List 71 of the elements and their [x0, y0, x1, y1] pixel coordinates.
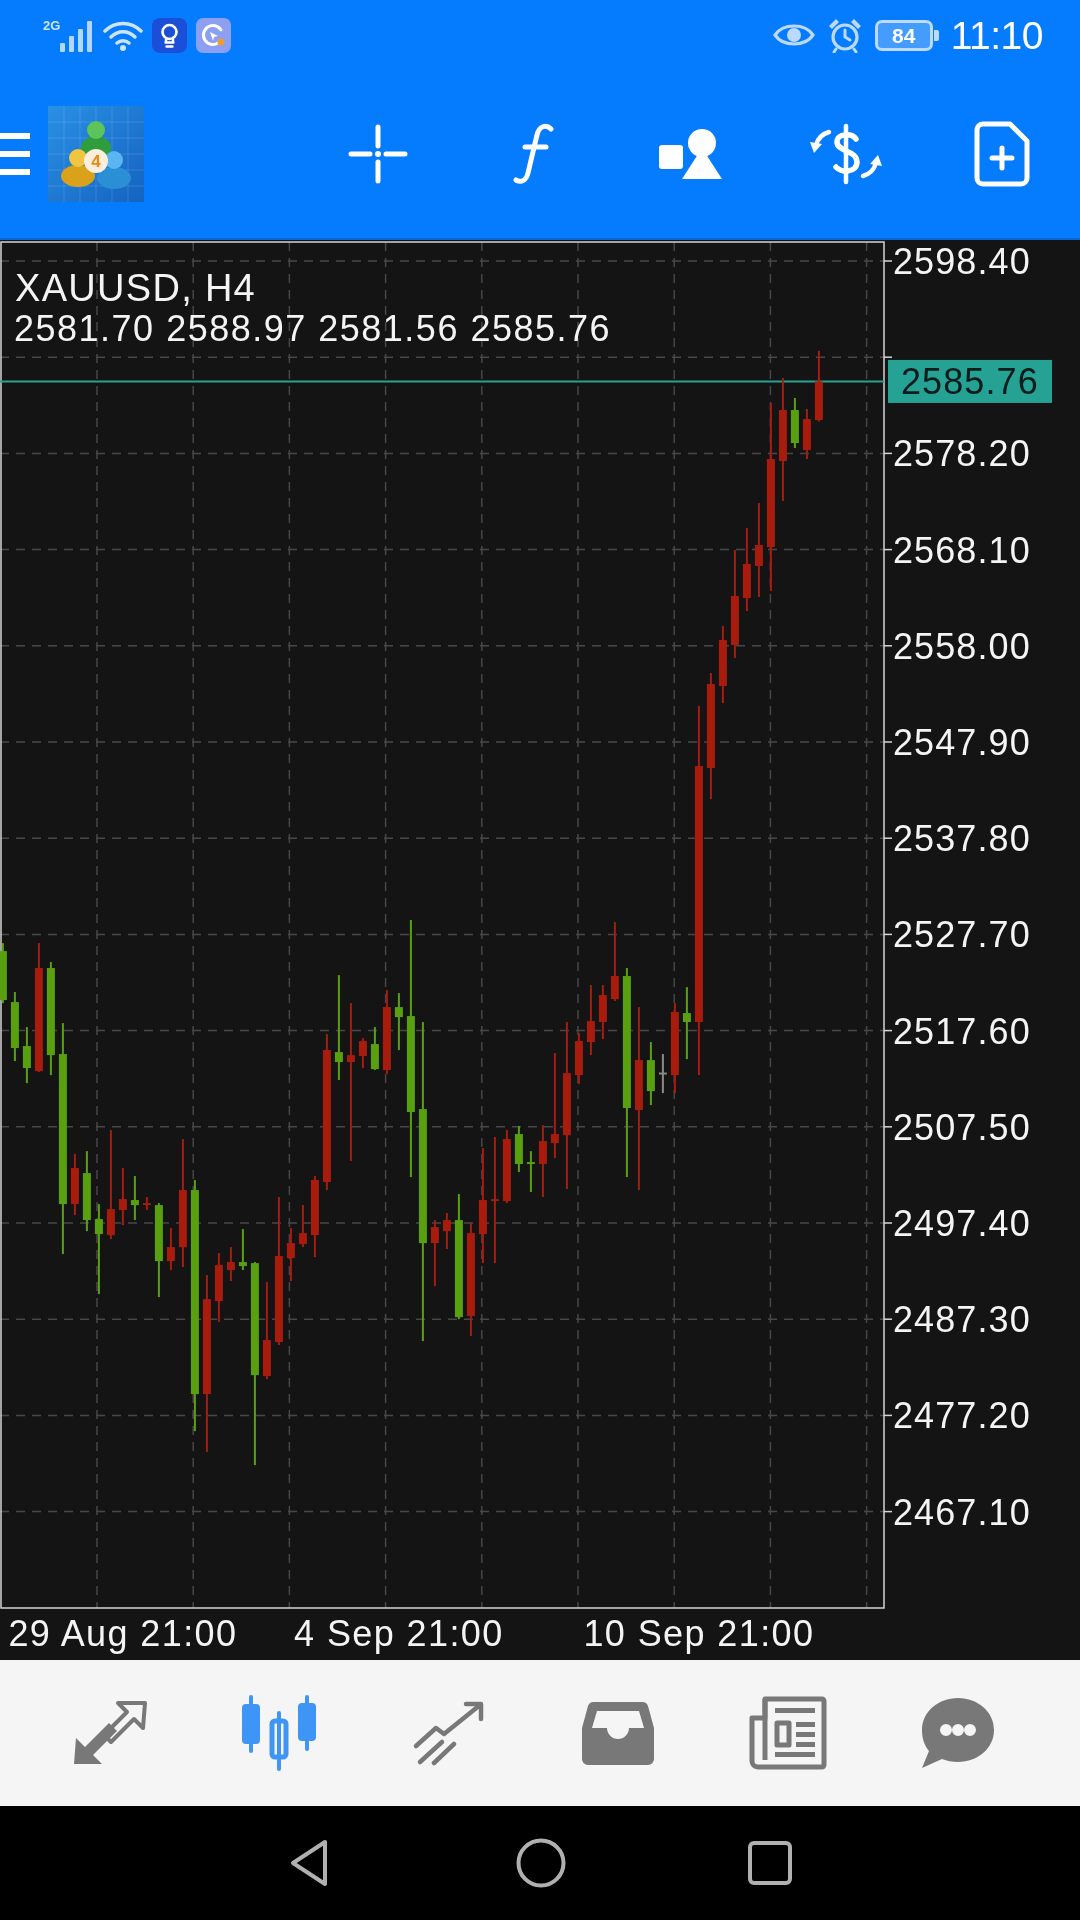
dollar-arrows-icon[interactable] [809, 122, 883, 186]
network-type-label: 2G [43, 19, 61, 32]
rising-candle [298, 1205, 307, 1248]
newspaper-icon[interactable] [748, 1696, 827, 1770]
price-axis-label: 2517.60 [893, 1010, 1031, 1052]
price-axis-label: 2477.20 [893, 1395, 1031, 1437]
price-axis-label: 2527.70 [893, 914, 1031, 956]
rising-candle [814, 350, 823, 422]
rising-candle [166, 1228, 175, 1271]
home-icon[interactable] [516, 1838, 566, 1888]
price-axis-label: 2568.10 [893, 529, 1031, 571]
status-time: 11:10 [950, 15, 1043, 55]
price-axis-label: 2547.90 [893, 722, 1031, 764]
rising-candle [286, 1228, 295, 1282]
recents-icon[interactable] [748, 1841, 792, 1885]
wifi-icon [103, 19, 144, 51]
falling-candle [646, 1042, 655, 1106]
time-axis-label: 29 Aug 21:00 [8, 1613, 238, 1654]
rising-candle [358, 1038, 367, 1069]
falling-candle [130, 1176, 139, 1221]
rising-candle [442, 1213, 451, 1250]
new-document-icon[interactable] [974, 121, 1030, 187]
ref-line-label: 2585.76 [901, 360, 1039, 402]
signal-icon [60, 21, 95, 52]
current-price-tag: 2585.76 [888, 359, 1052, 403]
rising-candle [430, 1220, 439, 1287]
price-axis-label: 2537.80 [893, 818, 1031, 860]
price-axis-label: 2507.50 [893, 1106, 1031, 1148]
price-axis-label: 2578.20 [893, 433, 1031, 475]
falling-candle [238, 1229, 247, 1271]
time-axis-label: 10 Sep 21:00 [583, 1613, 815, 1654]
falling-candle [394, 993, 403, 1051]
price-axis-label: 2558.00 [893, 625, 1031, 667]
rising-candle [802, 409, 811, 460]
shapes-icon[interactable] [658, 128, 722, 180]
falling-candle [0, 943, 7, 1004]
lightbulb-icon [152, 17, 188, 53]
eye-icon [772, 21, 815, 49]
function-icon[interactable] [513, 123, 555, 185]
falling-candle [10, 992, 19, 1062]
crosshair-icon[interactable] [348, 124, 408, 184]
rising-candle [214, 1253, 223, 1323]
app-logo: 4 [48, 106, 144, 202]
price-axis-label: 2467.10 [893, 1491, 1031, 1533]
rising-candle [574, 1033, 583, 1085]
rising-candle [226, 1247, 235, 1282]
falling-candle [22, 1027, 31, 1084]
inbox-tray-icon[interactable] [582, 1700, 655, 1766]
doji-candle [658, 1054, 667, 1094]
diagonal-arrows-icon[interactable] [72, 1700, 148, 1766]
circle-pointer-icon [196, 17, 232, 53]
rising-candle [118, 1168, 127, 1226]
chart-symbol-title: XAUUSD, H4 [15, 267, 257, 309]
falling-candle [514, 1126, 523, 1173]
ohlc-values: 2581.70 2588.97 2581.56 2585.76 [14, 308, 612, 349]
rising-candle [598, 985, 607, 1040]
rising-candle [70, 1154, 79, 1216]
falling-candle [526, 1151, 535, 1193]
time-axis-label: 4 Sep 21:00 [294, 1613, 504, 1654]
battery-indicator: 84 [874, 19, 939, 51]
falling-candle [790, 398, 799, 448]
price-axis-label: 2487.30 [893, 1299, 1031, 1341]
price-axis-label: 2598.40 [893, 241, 1031, 283]
price-axis-label: 2497.40 [893, 1203, 1031, 1244]
menu-icon[interactable] [0, 133, 30, 175]
candlestick-icon[interactable] [241, 1695, 318, 1771]
falling-candle [370, 1027, 379, 1071]
back-icon[interactable] [289, 1838, 329, 1888]
rising-candle [586, 985, 595, 1056]
rising-candle [142, 1197, 151, 1211]
trend-arrow-icon[interactable] [411, 1700, 486, 1766]
